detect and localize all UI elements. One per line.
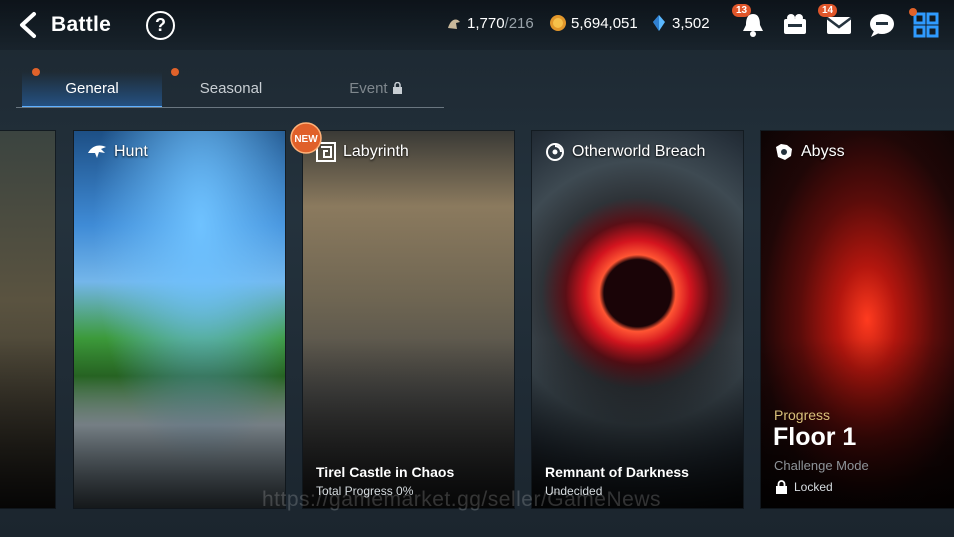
dragon-icon [88, 145, 106, 158]
gold-counter[interactable]: 5,694,051 [549, 14, 638, 32]
card-labyrinth-header: Labyrinth [315, 141, 409, 163]
card-labyrinth[interactable]: Labyrinth Tirel Castle in Chaos Total Pr… [303, 131, 514, 508]
battle-tabs: General Seasonal Event [16, 68, 446, 110]
tab-divider [16, 107, 444, 108]
card-shade [74, 338, 285, 508]
card-hunt-title: Hunt [114, 143, 148, 160]
watermark: https://gamemarket.gg/seller/GameNews [262, 488, 661, 511]
card-shade [0, 338, 55, 508]
card-hunt-header: Hunt [86, 141, 148, 163]
tab-general[interactable]: General [22, 72, 162, 108]
portal-icon [546, 143, 564, 161]
notification-bell-icon[interactable]: 13 [732, 4, 768, 40]
card-abyss[interactable]: Abyss Progress Floor 1 Challenge Mode Lo… [761, 131, 954, 508]
mail-count-badge: 14 [818, 4, 838, 17]
help-icon[interactable]: ? [146, 11, 175, 40]
menu-alert-dot [909, 8, 917, 16]
gold-value: 5,694,051 [571, 14, 638, 32]
card-labyrinth-subtitle: Tirel Castle in Chaos [316, 464, 455, 480]
new-badge-label: NEW [294, 134, 318, 145]
gold-coin-icon [550, 15, 566, 31]
friends-icon[interactable] [780, 10, 810, 40]
abyss-mode: Challenge Mode [774, 458, 869, 473]
abyss-icon [776, 144, 792, 160]
card-otherworld-subtitle: Remnant of Darkness [545, 464, 689, 480]
card-otherworld-header: Otherworld Breach [544, 141, 705, 163]
card-labyrinth-title: Labyrinth [343, 143, 409, 160]
stamina-max: /216 [504, 14, 534, 32]
tab-event-label: Event [349, 80, 388, 97]
card-abyss-title: Abyss [801, 143, 845, 160]
stamina-value: 1,770 [467, 14, 505, 32]
lock-icon [776, 480, 787, 494]
abyss-lock-status: Locked [775, 480, 833, 494]
card-partial-left[interactable] [0, 131, 55, 508]
lock-icon [392, 81, 402, 94]
tab-seasonal-label: Seasonal [199, 80, 263, 97]
card-abyss-header: Abyss [773, 141, 845, 163]
menu-grid-icon[interactable] [909, 8, 941, 40]
abyss-floor: Floor 1 [773, 423, 857, 451]
abyss-progress-label: Progress [774, 407, 831, 423]
tab-seasonal[interactable]: Seasonal [161, 72, 301, 106]
mail-icon[interactable]: 14 [818, 4, 854, 40]
tab-general-alert-dot [32, 68, 40, 76]
card-hunt[interactable]: Hunt [74, 131, 285, 508]
stamina-icon [448, 19, 460, 29]
back-arrow-icon[interactable] [14, 10, 44, 40]
tab-seasonal-alert-dot [171, 68, 179, 76]
card-otherworld-title: Otherworld Breach [572, 143, 706, 160]
tab-general-label: General [65, 80, 119, 97]
crystal-icon [653, 15, 665, 31]
crystal-value: 3,502 [672, 14, 710, 32]
crystal-counter[interactable]: 3,502 [650, 14, 710, 32]
page-title: Battle [51, 13, 112, 36]
new-badge: NEW [290, 122, 322, 154]
notification-count-badge: 13 [732, 4, 752, 17]
chat-icon[interactable] [867, 10, 897, 40]
top-bar: Battle ? 1,770/216 5,694,051 3,502 13 14 [0, 0, 954, 50]
card-otherworld-breach[interactable]: Otherworld Breach Remnant of Darkness Un… [532, 131, 743, 508]
abyss-status-text: Locked [794, 480, 833, 494]
stamina-counter[interactable]: 1,770/216 [445, 14, 534, 32]
tab-event[interactable]: Event [306, 72, 446, 106]
